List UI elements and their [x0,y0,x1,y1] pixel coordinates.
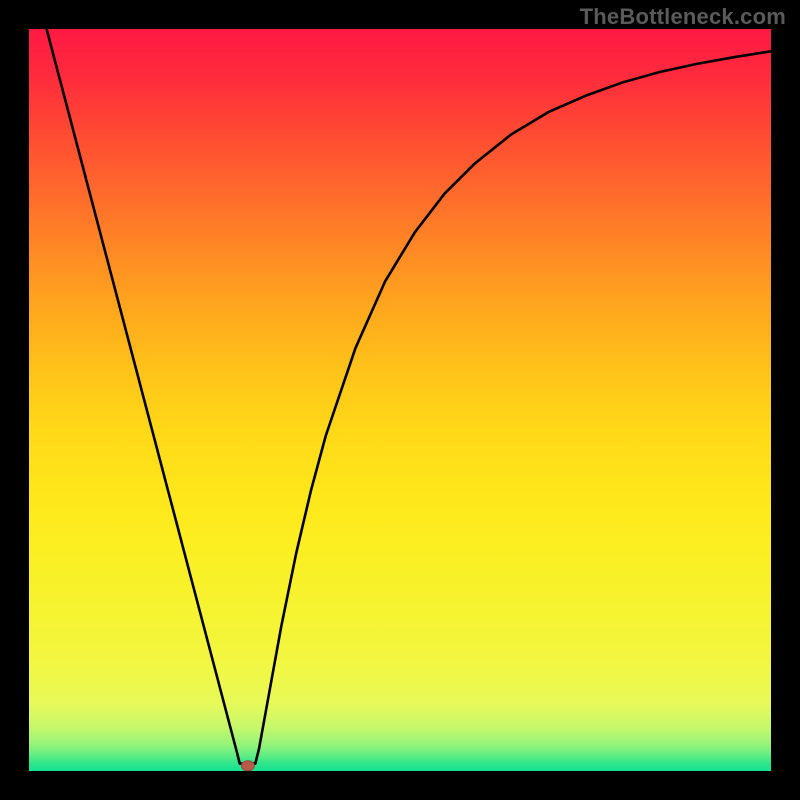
bottleneck-curve [29,29,771,764]
chart-frame: TheBottleneck.com [0,0,800,800]
curve-layer [29,29,771,771]
minimum-marker [241,761,254,771]
watermark-label: TheBottleneck.com [580,4,786,30]
plot-area [29,29,771,771]
